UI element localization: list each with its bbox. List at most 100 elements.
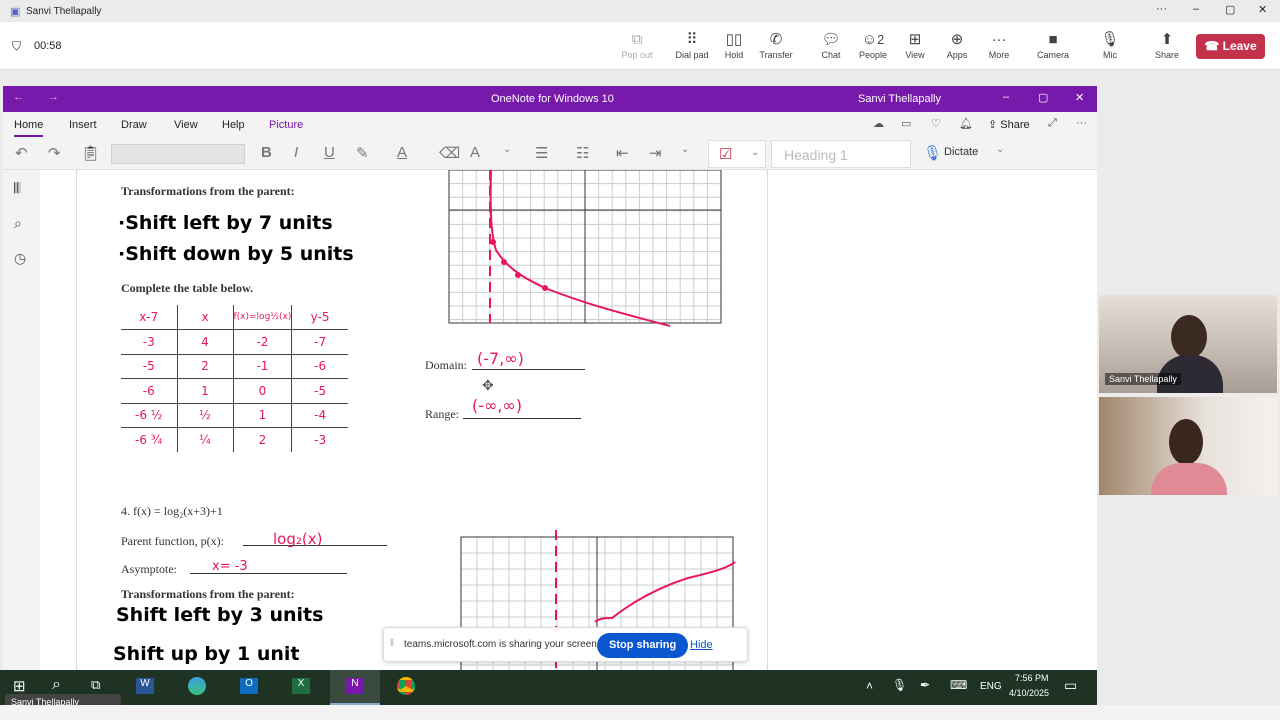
chat-button[interactable]: 💬︎ Chat [809, 30, 853, 60]
keyboard-icon[interactable]: ⌨ [950, 678, 967, 692]
apps-button[interactable]: ⊕ Apps [935, 30, 979, 60]
mic-icon[interactable]: 🎙︎ [892, 678, 907, 692]
pop-out-button[interactable]: ⧉ Pop out [615, 30, 659, 60]
notebooks-icon[interactable]: 𝄃𝄃 [14, 180, 20, 197]
todo-tag-button[interactable]: ☑ ⌄ [708, 140, 766, 168]
dial-pad-button[interactable]: ⠿ Dial pad [670, 30, 714, 60]
clear-format-icon[interactable]: ⌫ [439, 144, 460, 162]
table-row: -5 2 -1 -6 [121, 354, 348, 379]
screen-share-bar: ‖ teams.microsoft.com is sharing your sc… [383, 627, 748, 662]
chrome-icon[interactable] [397, 677, 415, 695]
sharing-message: teams.microsoft.com is sharing your scre… [404, 639, 600, 650]
start-icon[interactable]: ⊞ [13, 677, 26, 695]
chevron-down-icon[interactable]: ⌄ [503, 144, 511, 155]
italic-icon[interactable]: I [294, 144, 298, 161]
participant-video[interactable] [1099, 397, 1277, 495]
redo-icon[interactable]: ↷ [48, 144, 61, 162]
edge-icon[interactable] [188, 677, 206, 695]
outlook-icon[interactable]: O [240, 678, 258, 694]
undo-icon[interactable]: ↶ [15, 144, 28, 162]
search-icon[interactable]: ⌕ [52, 676, 61, 694]
tab-insert[interactable]: Insert [69, 119, 97, 131]
maximize-button[interactable]: ▢ [1225, 3, 1235, 16]
more-icon[interactable]: ··· [1076, 117, 1087, 129]
table-row: -6 ¾ ¼ 2 -3 [121, 427, 348, 452]
underline-icon[interactable]: U [324, 144, 335, 161]
font-selector[interactable] [111, 144, 245, 164]
bell-icon[interactable]: 🔔︎ [959, 117, 973, 130]
user-name[interactable]: Sanvi Thellapally [858, 93, 941, 105]
tab-home[interactable]: Home [14, 119, 44, 137]
word-icon[interactable]: W [136, 678, 154, 694]
transfer-button[interactable]: ✆ Transfer [754, 30, 798, 60]
sync-icon[interactable]: ☁ [873, 117, 884, 130]
tab-view[interactable]: View [174, 119, 198, 131]
log-curve [489, 170, 671, 327]
transformation-2: Shift up by 1 unit [113, 643, 300, 665]
outdent-icon[interactable]: ⇤ [616, 144, 629, 162]
language-indicator[interactable]: ENG [980, 681, 1002, 692]
maximize-button[interactable]: ▢ [1038, 91, 1048, 104]
more-options-icon[interactable]: ··· [1156, 3, 1167, 15]
share-button[interactable]: ⬆ Share [1145, 30, 1189, 60]
asymptote-label: Asymptote: [121, 562, 177, 576]
range-label: Range: [425, 407, 459, 421]
numbering-icon[interactable]: ☷ [576, 144, 589, 162]
clock-time[interactable]: 7:56 PM [1015, 673, 1049, 683]
tab-picture[interactable]: Picture [269, 119, 303, 131]
hide-button[interactable]: Hide [690, 639, 713, 651]
parent-function-label: Parent function, p(x): [121, 534, 224, 548]
participant-video[interactable]: Sanvi Thellapally [1099, 295, 1277, 393]
people-button[interactable]: ☺2 People [851, 30, 895, 60]
indent-icon[interactable]: ⇥ [649, 144, 662, 162]
ribbon-toolbar: ↶ ↷ 📋︎ B I U ✎ A ⌫ A ⌄ ☰ ☷ ⇤ ⇥ ⌄ ☑ ⌄ Head… [3, 138, 1097, 170]
minimize-button[interactable]: – [1003, 91, 1009, 103]
chevron-up-icon[interactable]: ˄ [866, 679, 873, 693]
pen-icon[interactable]: ✒ [920, 678, 930, 692]
leave-button[interactable]: ☎ Leave [1196, 34, 1265, 59]
mic-button[interactable]: 🎙︎ Mic [1088, 30, 1132, 60]
tab-draw[interactable]: Draw [121, 119, 147, 131]
highlight-icon[interactable]: ✎ [356, 144, 369, 162]
onenote-taskbar-button[interactable]: N [330, 670, 380, 705]
more-button[interactable]: ··· More [977, 30, 1021, 60]
close-button[interactable]: ✕ [1258, 3, 1267, 16]
notifications-icon[interactable]: ▭ [1064, 677, 1077, 694]
recent-icon[interactable]: ◷ [14, 250, 26, 267]
excel-icon[interactable]: X [292, 678, 310, 694]
page-icon[interactable]: ▭ [901, 117, 911, 130]
tab-help[interactable]: Help [222, 119, 245, 131]
back-button[interactable]: ← [13, 91, 24, 103]
style-dropdown[interactable]: Heading 1 [771, 140, 911, 168]
chevron-down-icon[interactable]: ⌄ [681, 144, 689, 155]
bullets-icon[interactable]: ☰ [535, 144, 548, 162]
font-color-icon[interactable]: A [397, 144, 407, 161]
forward-button[interactable]: → [48, 91, 59, 103]
lightbulb-icon[interactable]: ♡ [931, 117, 941, 130]
task-view-icon[interactable]: ⧉ [91, 677, 100, 693]
stop-sharing-button[interactable]: Stop sharing [597, 633, 689, 658]
drag-handle-icon[interactable]: ‖ [390, 638, 394, 649]
graph-problem-3 [448, 170, 722, 327]
hang-up-icon: ☎ [1204, 39, 1223, 53]
clipboard-icon[interactable]: 📋︎ [81, 144, 100, 162]
chevron-down-icon[interactable]: ⌄ [996, 144, 1004, 155]
hold-button[interactable]: ▯▯ Hold [712, 30, 756, 60]
asymptote-value: x= -3 [212, 559, 248, 574]
clock-date[interactable]: 4/10/2025 [1009, 688, 1049, 698]
dictate-button[interactable]: Dictate [944, 146, 978, 158]
bold-icon[interactable]: B [261, 144, 272, 161]
minimize-button[interactable]: – [1193, 3, 1199, 15]
ribbon-tabs: Home Insert Draw View Help Picture ☁ ▭ ♡… [3, 112, 1097, 138]
close-button[interactable]: ✕ [1075, 91, 1084, 104]
transformations-heading: Transformations from the parent: [121, 184, 295, 198]
search-icon[interactable]: ⌕ [14, 215, 22, 232]
share-page-button[interactable]: ⇪ Share [988, 118, 1030, 131]
view-button[interactable]: ⊞ View [893, 30, 937, 60]
domain-value: (-7,∞) [477, 349, 524, 368]
expand-icon[interactable]: ⤢ [1048, 117, 1057, 130]
transformation-1: Shift left by 3 units [116, 604, 324, 626]
table-header-row: x-7 x f(x)=log½(x) y-5 [121, 305, 348, 330]
camera-button[interactable]: ■ Camera [1031, 30, 1075, 60]
styles-icon[interactable]: A [470, 144, 480, 161]
